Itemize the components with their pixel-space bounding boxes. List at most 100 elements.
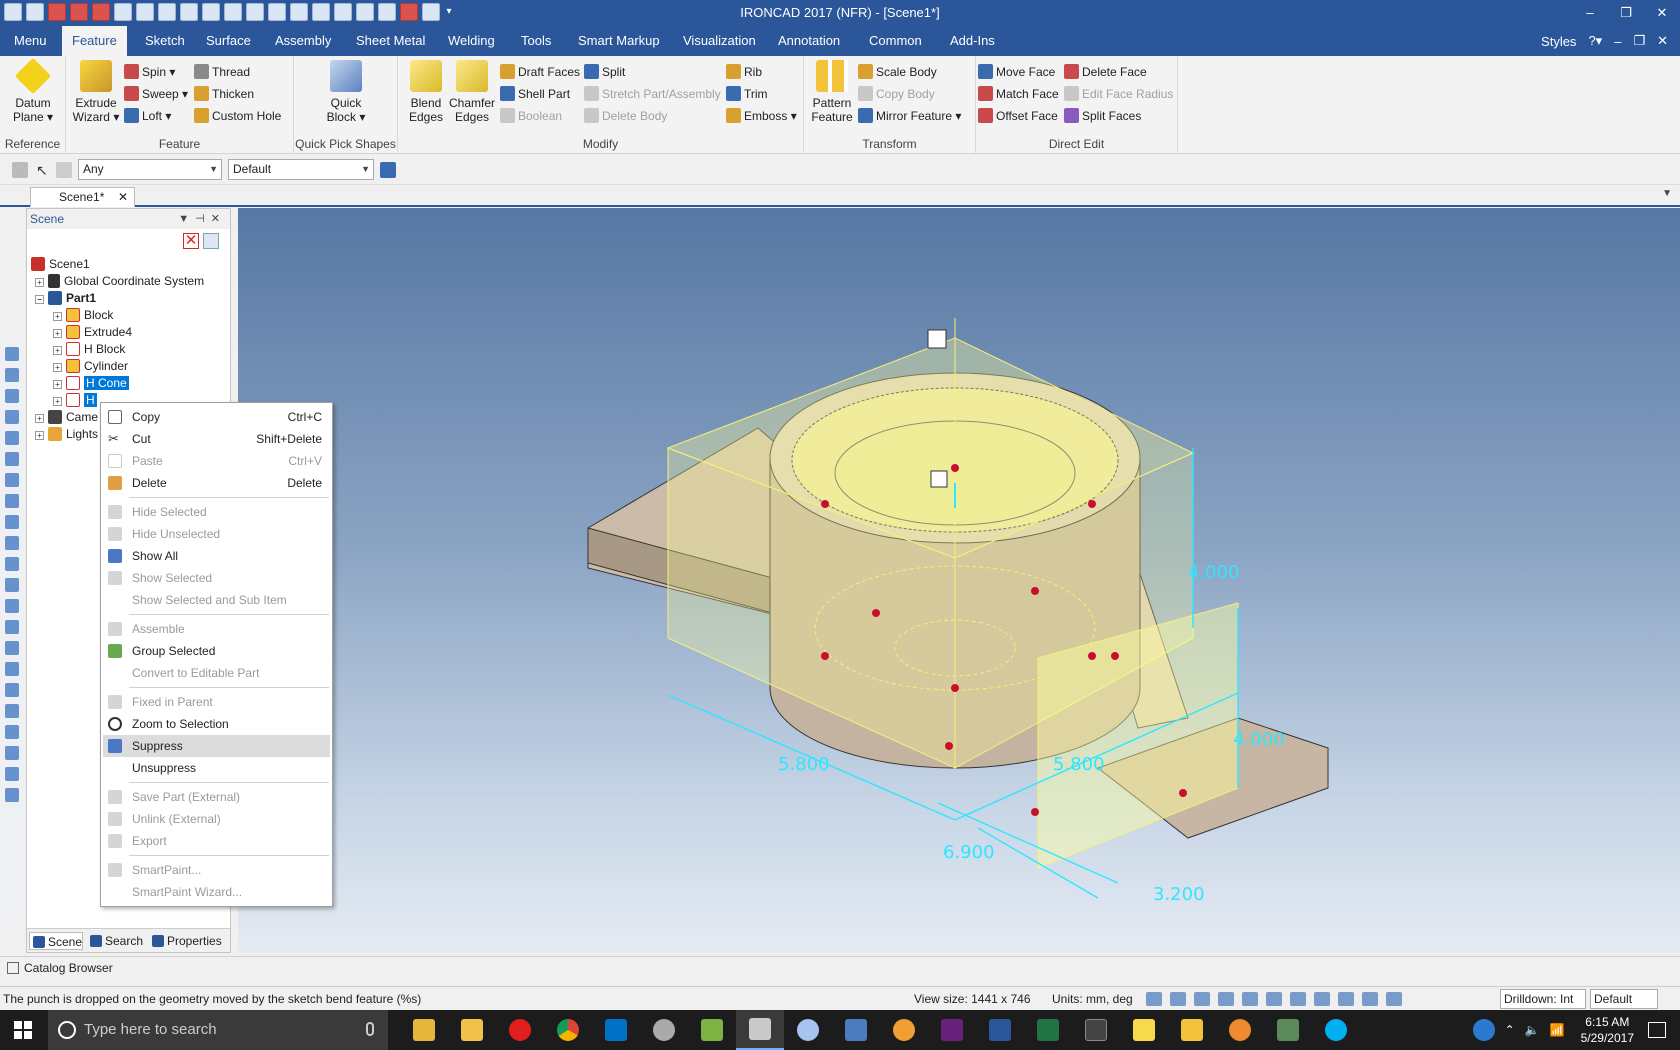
tab-tools[interactable]: Tools <box>511 26 561 56</box>
view-cube-icon[interactable] <box>1218 992 1234 1006</box>
datum-plane-button[interactable]: Datum Plane ▾ <box>8 57 58 124</box>
help-icon[interactable]: ?▾ <box>1588 33 1602 49</box>
menu-item-show-all[interactable]: Show All <box>103 545 330 567</box>
selection-filter-icon[interactable] <box>12 162 28 178</box>
menu-item-unlink-external[interactable]: Unlink (External) <box>103 808 330 830</box>
tab-sketch[interactable]: Sketch <box>135 26 195 56</box>
panel-menu-icon[interactable]: ▼ <box>178 213 195 225</box>
ribbon-minimize-icon[interactable]: – <box>1614 34 1621 49</box>
dimension-label[interactable]: 4.000 <box>1188 562 1240 583</box>
emboss-button[interactable]: Emboss ▾ <box>726 106 797 126</box>
menu-item-assemble[interactable]: Assemble <box>103 618 330 640</box>
taskbar-app-ironcad[interactable] <box>736 1010 784 1050</box>
taskbar-app-chrome[interactable] <box>544 1010 592 1050</box>
tree-node-h-cone[interactable]: + H Cone <box>53 374 129 392</box>
tab-surface[interactable]: Surface <box>196 26 261 56</box>
view-settings-icon[interactable] <box>5 788 19 802</box>
split-faces-button[interactable]: Split Faces <box>1064 106 1141 126</box>
tree-node-lights[interactable]: + Lights <box>35 425 98 443</box>
3d-viewport[interactable]: 5.800 5.800 6.900 3.200 4.000 4.000 <box>238 208 1680 953</box>
taskbar-app-outlook[interactable] <box>592 1010 640 1050</box>
status-style-combo[interactable]: Default <box>1590 989 1658 1009</box>
view-front-icon[interactable] <box>5 347 19 361</box>
notifications-icon[interactable] <box>1648 1022 1666 1038</box>
view-bottom-icon[interactable] <box>5 452 19 466</box>
pointer-icon[interactable]: ↖ <box>36 162 50 178</box>
tree-node-h-block[interactable]: + H Block <box>53 340 125 358</box>
pointer-icon[interactable] <box>1386 992 1402 1006</box>
taskbar-app-photos[interactable] <box>688 1010 736 1050</box>
tab-menu[interactable]: Menu <box>4 26 57 56</box>
pin-icon[interactable]: ⊣ <box>195 213 211 225</box>
view-right-icon[interactable] <box>5 410 19 424</box>
blend-edges-button[interactable]: Blend Edges <box>406 60 446 124</box>
custom-hole-button[interactable]: Custom Hole <box>194 106 281 126</box>
panel-close-icon[interactable]: ✕ <box>211 213 226 225</box>
selection-filter-combo[interactable]: Any ▼ <box>78 159 222 180</box>
windows-start-icon[interactable] <box>14 1021 32 1039</box>
expand-icon[interactable]: + <box>53 380 62 389</box>
tab-list-chevron-icon[interactable]: ▼ <box>1662 188 1672 199</box>
expand-icon[interactable]: + <box>35 278 44 287</box>
tab-assembly[interactable]: Assembly <box>265 26 341 56</box>
drilldown-combo[interactable]: Drilldown: Int <box>1500 989 1586 1009</box>
spin-button[interactable]: Spin ▾ <box>124 62 175 82</box>
expand-icon[interactable]: + <box>53 329 62 338</box>
filter-icon[interactable] <box>203 233 219 249</box>
pattern-feature-button[interactable]: Pattern Feature <box>808 60 856 124</box>
menu-item-show-selected-sub[interactable]: Show Selected and Sub Item <box>103 589 330 611</box>
view-look-icon[interactable] <box>5 662 19 676</box>
tab-search[interactable]: Search <box>87 932 145 950</box>
tree-node-extrude4[interactable]: + Extrude4 <box>53 323 132 341</box>
thread-button[interactable]: Thread <box>194 62 250 82</box>
view-perspective-icon[interactable] <box>5 683 19 697</box>
maximize-icon[interactable]: ❐ <box>1608 0 1644 26</box>
rib-button[interactable]: Rib <box>726 62 762 82</box>
render-mode-icon[interactable] <box>1194 992 1210 1006</box>
shell-part-button[interactable]: Shell Part <box>500 84 570 104</box>
menu-item-hide-unselected[interactable]: Hide Unselected <box>103 523 330 545</box>
menu-item-copy[interactable]: Copy Ctrl+C <box>103 406 330 428</box>
taskbar-app-calculator[interactable] <box>1072 1010 1120 1050</box>
view-camera-icon[interactable] <box>5 725 19 739</box>
taskbar-app-paint[interactable] <box>640 1010 688 1050</box>
view-top-icon[interactable] <box>5 368 19 382</box>
view-section-icon[interactable] <box>5 746 19 760</box>
tree-node-block[interactable]: + Block <box>53 306 113 324</box>
taskbar-app-pen[interactable] <box>1168 1010 1216 1050</box>
menu-item-smartpaint[interactable]: SmartPaint... <box>103 859 330 881</box>
taskbar-app-ironcad-2[interactable] <box>784 1010 832 1050</box>
anchor-handle-icon[interactable] <box>927 329 947 349</box>
dimension-label[interactable]: 5.800 <box>778 754 830 775</box>
collapse-icon[interactable]: − <box>35 295 44 304</box>
menu-item-paste[interactable]: Paste Ctrl+V <box>103 450 330 472</box>
hierarchy-icon[interactable] <box>380 162 396 178</box>
stretch-button[interactable]: Stretch Part/Assembly <box>584 84 721 104</box>
pick-icon[interactable] <box>56 162 72 178</box>
tab-feature[interactable]: Feature <box>62 26 127 56</box>
delete-body-button[interactable]: Delete Body <box>584 106 667 126</box>
tree-node-part1[interactable]: − Part1 <box>35 289 96 307</box>
tab-annotation[interactable]: Annotation <box>768 26 850 56</box>
tab-welding[interactable]: Welding <box>438 26 505 56</box>
taskbar-app-media[interactable] <box>880 1010 928 1050</box>
edit-face-radius-button[interactable]: Edit Face Radius <box>1064 84 1173 104</box>
close-tab-icon[interactable]: ✕ <box>118 188 128 206</box>
split-button[interactable]: Split <box>584 62 625 82</box>
delete-icon[interactable]: ✕ <box>183 233 199 249</box>
offset-face-button[interactable]: Offset Face <box>978 106 1058 126</box>
delete-face-button[interactable]: Delete Face <box>1064 62 1147 82</box>
menu-item-delete[interactable]: Delete Delete <box>103 472 330 494</box>
tree-node-cylinder[interactable]: + Cylinder <box>53 357 128 375</box>
menu-item-cut[interactable]: ✂ Cut Shift+Delete <box>103 428 330 450</box>
copy-body-button[interactable]: Copy Body <box>858 84 935 104</box>
menu-item-fixed-in-parent[interactable]: Fixed in Parent <box>103 691 330 713</box>
view-fit-icon[interactable] <box>5 557 19 571</box>
expand-icon[interactable]: + <box>53 346 62 355</box>
match-face-button[interactable]: Match Face <box>978 84 1059 104</box>
view-roll-icon[interactable] <box>5 641 19 655</box>
tab-sheet-metal[interactable]: Sheet Metal <box>346 26 435 56</box>
menu-item-save-part-external[interactable]: Save Part (External) <box>103 786 330 808</box>
view-dimetric-icon[interactable] <box>5 494 19 508</box>
view-zoom-icon[interactable] <box>5 578 19 592</box>
